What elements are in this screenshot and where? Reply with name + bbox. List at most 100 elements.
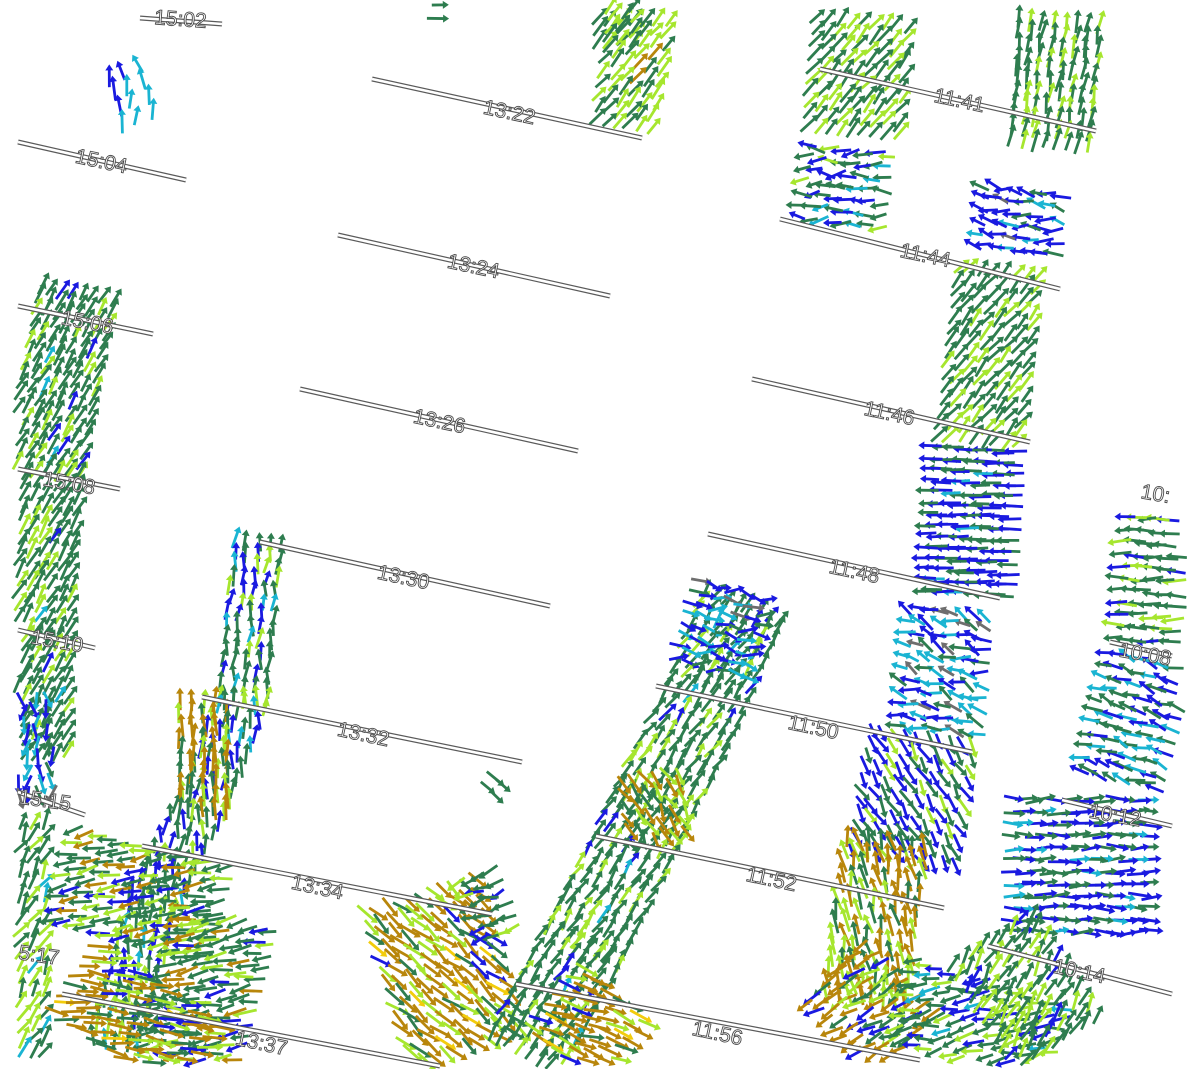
wind-arrow xyxy=(1002,820,1024,829)
wind-arrow xyxy=(426,14,450,23)
wind-arrow xyxy=(46,882,67,894)
wind-arrow xyxy=(806,42,825,62)
wind-arrow xyxy=(1075,729,1094,738)
wind-arrow xyxy=(478,864,499,879)
wind-arrow xyxy=(968,201,989,214)
wind-arrow xyxy=(1154,565,1176,574)
track-time-label: 11:56 xyxy=(690,1017,745,1050)
wind-arrow xyxy=(1117,574,1140,583)
track-line-15-04: 15:04 xyxy=(17,139,187,183)
wind-arrow xyxy=(1083,25,1092,46)
wind-arrow xyxy=(1152,758,1168,771)
wind-arrow xyxy=(251,684,260,707)
track-time-label: 15:02 xyxy=(153,6,207,33)
wind-arrow xyxy=(1145,744,1163,756)
wind-arrow xyxy=(907,602,929,611)
wind-arrow xyxy=(950,455,972,464)
wind-arrow xyxy=(55,906,78,915)
track-line-10-top: 10: xyxy=(1139,480,1173,509)
wind-arrow xyxy=(1093,660,1112,669)
track-time-label: 13:37 xyxy=(233,1027,289,1060)
wind-vectors-layer xyxy=(10,0,1187,1069)
wind-arrow xyxy=(503,922,520,935)
wind-arrow xyxy=(1041,129,1051,148)
wind-arrow xyxy=(1010,212,1032,221)
track-time-label: 11:52 xyxy=(744,863,799,896)
wind-arrow xyxy=(1104,598,1128,607)
wind-arrow xyxy=(1014,879,1038,888)
wind-arrow xyxy=(914,486,939,495)
track-time-label: 11:44 xyxy=(898,239,953,272)
wind-arrow xyxy=(984,178,1003,192)
wind-arrow xyxy=(431,0,449,9)
wind-arrow xyxy=(1112,760,1134,773)
track-line-15-10: 15:10 xyxy=(17,625,96,658)
wind-arrow xyxy=(1081,843,1102,852)
wind-arrow xyxy=(242,949,262,958)
track-line-15-17: 5:17 xyxy=(17,941,62,970)
track-time-label: 11:50 xyxy=(786,711,841,744)
wind-arrow xyxy=(395,1036,416,1050)
wind-arrow xyxy=(892,628,916,637)
wind-arrow xyxy=(1090,669,1107,680)
wind-arrow xyxy=(961,457,985,466)
wind-arrow xyxy=(919,464,941,473)
wind-arrow xyxy=(132,54,144,73)
wind-arrow xyxy=(913,521,936,530)
wind-arrow xyxy=(1140,878,1160,887)
track-time-label: 15:15 xyxy=(17,786,72,816)
track-time-label: 13:30 xyxy=(375,561,431,594)
wind-arrow xyxy=(969,657,990,666)
wind-arrow xyxy=(1092,1005,1104,1025)
wind-arrow xyxy=(875,926,884,951)
track-time-label: 13:32 xyxy=(335,718,391,751)
wind-arrow xyxy=(486,941,508,959)
track-line-11-48: 11:48 xyxy=(707,531,1001,601)
wind-arrow xyxy=(1106,842,1130,852)
wind-arrow xyxy=(931,714,954,723)
wind-arrow xyxy=(1138,671,1156,679)
wind-arrow xyxy=(964,556,988,565)
wind-arrow xyxy=(234,603,244,622)
wind-arrow xyxy=(1003,882,1025,891)
wind-arrow xyxy=(1003,854,1027,863)
track-line-13-30: 13:30 xyxy=(259,539,551,609)
track-time-label: 5:17 xyxy=(17,941,61,969)
wind-arrow xyxy=(1095,10,1107,35)
wind-arrow xyxy=(1034,831,1059,840)
wind-arrow xyxy=(939,375,954,394)
wind-arrow xyxy=(928,854,939,875)
wind-arrow xyxy=(241,541,250,564)
wind-arrow xyxy=(1024,56,1033,78)
wind-arrow xyxy=(1003,794,1025,803)
track-line-10-14: 10:14 xyxy=(987,943,1173,997)
track-line-11-44: 11:44 xyxy=(779,216,1061,292)
wind-arrow xyxy=(827,932,837,955)
wind-arrow xyxy=(1049,215,1066,226)
wind-arrow xyxy=(18,811,28,831)
track-time-label: 11:46 xyxy=(862,397,917,430)
wind-arrow xyxy=(1003,905,1027,915)
wind-arrow xyxy=(930,425,949,443)
wind-arrow xyxy=(877,152,896,161)
wind-arrow xyxy=(1137,515,1157,524)
wind-arrow xyxy=(1028,188,1048,197)
wind-arrow xyxy=(18,416,30,435)
wind-arrow xyxy=(1027,7,1036,32)
wind-arrow xyxy=(1064,131,1074,151)
wind-arrow xyxy=(1085,132,1094,153)
wind-arrow xyxy=(837,861,847,883)
wind-arrow xyxy=(75,914,100,924)
wind-arrow xyxy=(625,927,638,947)
wind-arrow xyxy=(488,789,504,804)
wind-arrow xyxy=(1047,889,1071,899)
wind-arrow xyxy=(885,711,908,720)
wind-arrow xyxy=(1106,585,1128,594)
wind-arrow xyxy=(208,874,233,883)
wind-arrow xyxy=(1127,926,1151,936)
wind-arrow xyxy=(1035,901,1060,910)
wind-arrow xyxy=(596,60,610,80)
wind-arrow xyxy=(924,1046,943,1058)
wind-arrow xyxy=(79,962,101,971)
wind-arrow xyxy=(913,542,938,551)
